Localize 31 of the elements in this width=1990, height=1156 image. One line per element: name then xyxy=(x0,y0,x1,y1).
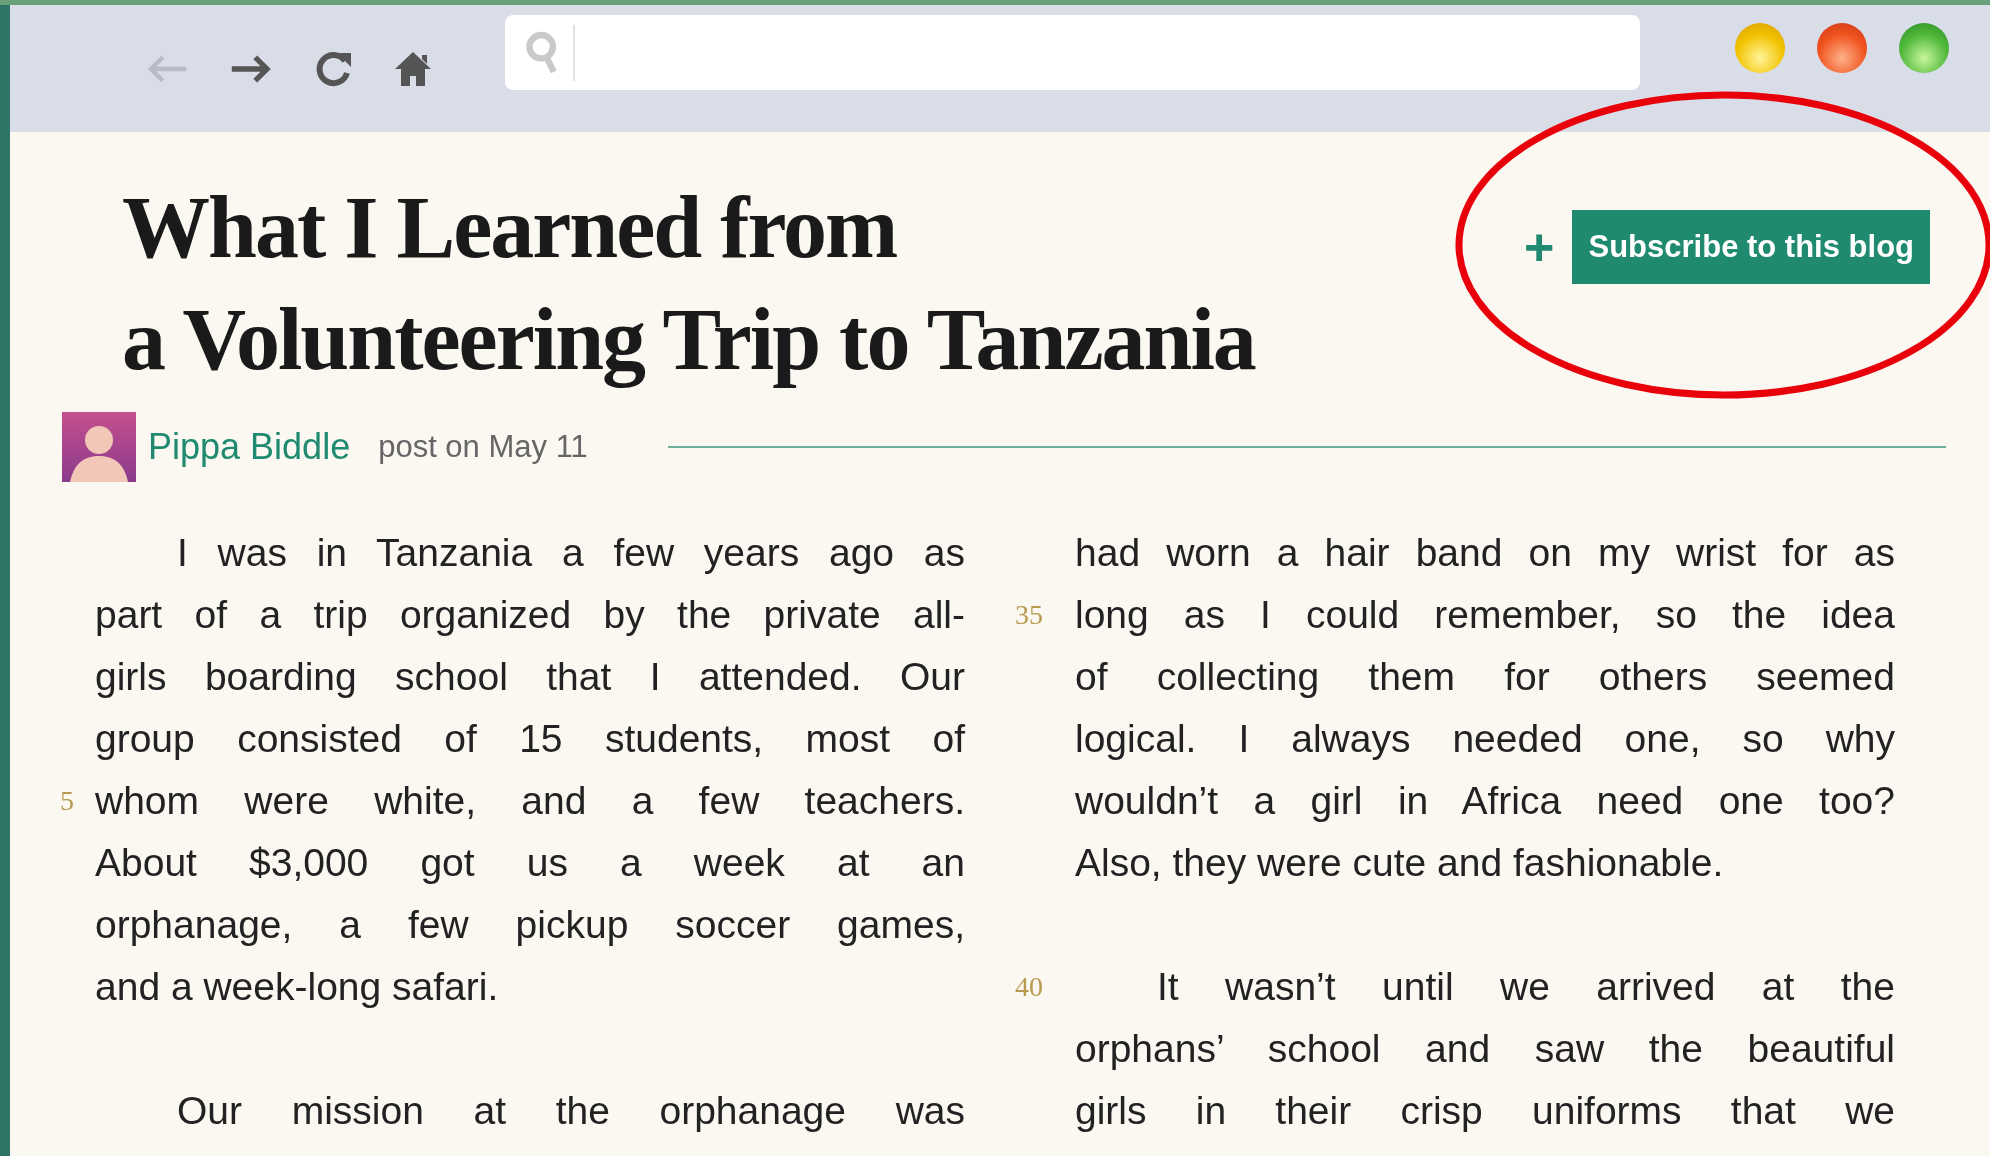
text-line: had worn a hair band on my wrist for as xyxy=(1075,531,1895,575)
maximize-button[interactable] xyxy=(1899,22,1949,73)
text-line: and a week-long safari. xyxy=(95,965,500,1009)
post-date: post on May 11 xyxy=(378,429,588,465)
line-number: 5 xyxy=(60,785,74,816)
author-link[interactable]: Pippa Biddle xyxy=(148,426,351,468)
minimize-button[interactable] xyxy=(1735,22,1785,73)
text-line: orphans’ school and saw the beautiful xyxy=(1075,1027,1895,1071)
post-title: a Volunteering Trip to Tanzania xyxy=(122,290,1255,390)
text-line: part of a trip organized by the private all- xyxy=(95,593,965,637)
text-line: girls boarding school that I attended. Our xyxy=(95,655,965,699)
text-line: Also, they were cute and fashionable. xyxy=(1075,841,1725,885)
text-line: group consisted of 15 students, most of xyxy=(95,717,965,761)
text-line: About $3,000 got us a week at an xyxy=(95,841,965,885)
text-line: long as I could remember, so the idea xyxy=(1075,593,1895,637)
line-number: 40 xyxy=(1015,971,1043,1002)
text-line: whom were white, and a few teachers. xyxy=(95,779,965,823)
post-title: What I Learned from xyxy=(122,178,898,278)
text-line: Our mission at the orphanage was xyxy=(176,1089,965,1133)
text-line: I was in Tanzania a few years ago as xyxy=(176,531,965,575)
subscribe-button[interactable]: Subscribe to this blog xyxy=(1572,210,1930,284)
text-line: orphanage, a few pickup soccer games, xyxy=(95,903,965,947)
close-button[interactable] xyxy=(1817,22,1867,73)
text-line: girls in their crisp uniforms that we xyxy=(1075,1089,1895,1133)
text-line: wouldn’t a girl in Africa need one too? xyxy=(1075,779,1895,823)
text-line: It wasn’t until we arrived at the xyxy=(1156,965,1895,1009)
text-line: of collecting them for others seemed xyxy=(1075,655,1895,699)
plus-icon[interactable]: + xyxy=(1524,221,1555,273)
search-field[interactable] xyxy=(505,15,1640,90)
line-number: 35 xyxy=(1015,599,1043,630)
text-line: logical. I always needed one, so why xyxy=(1075,717,1895,761)
